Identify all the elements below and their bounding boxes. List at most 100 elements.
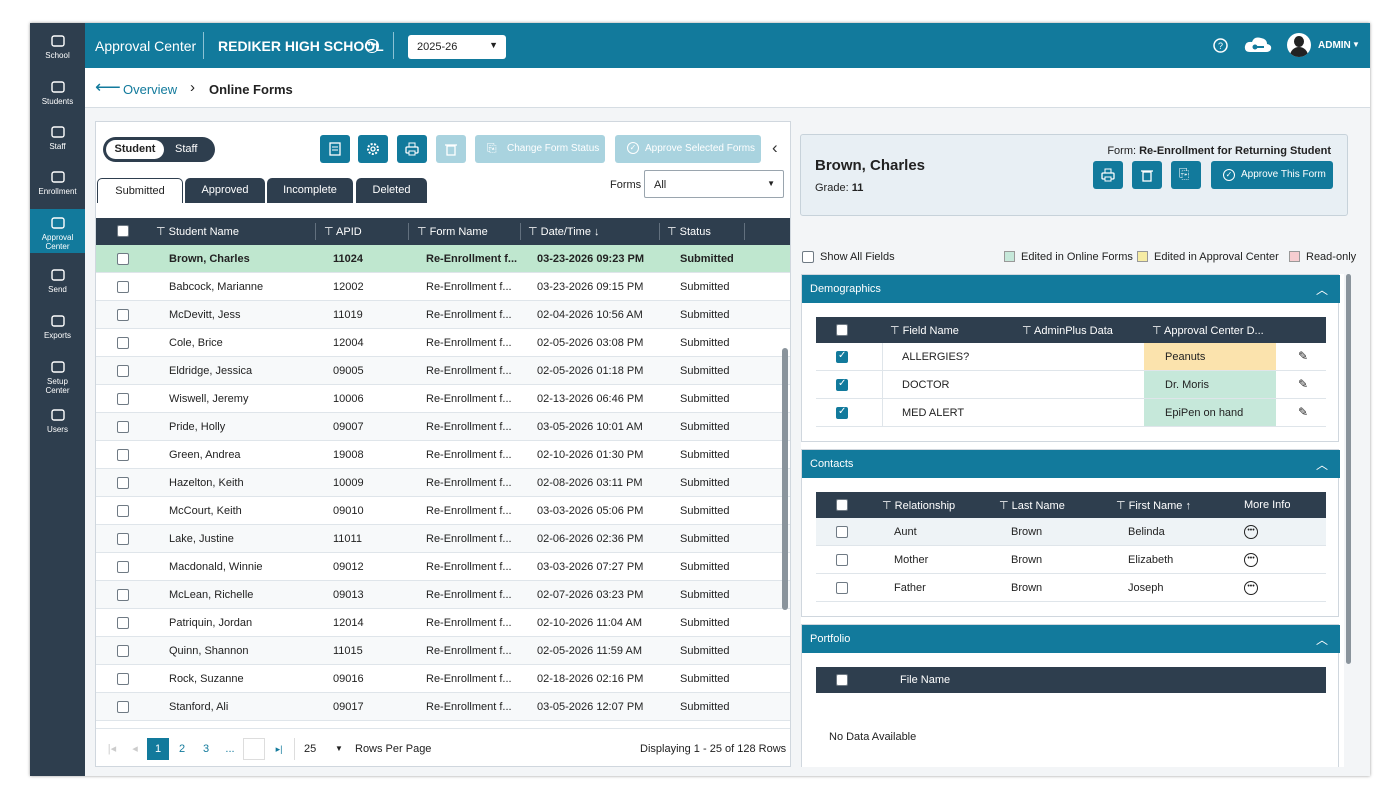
- row-checkbox[interactable]: [117, 701, 129, 713]
- page-1[interactable]: 1: [147, 738, 169, 760]
- toggle-staff[interactable]: Staff: [175, 143, 197, 155]
- school-more-icon[interactable]: •••: [365, 39, 379, 53]
- row-checkbox[interactable]: [117, 533, 129, 545]
- nav-item-enrollment[interactable]: Enrollment: [30, 163, 85, 207]
- more-info-icon[interactable]: •••: [1244, 553, 1258, 567]
- last-page-icon[interactable]: ▸|: [268, 738, 290, 760]
- chevron-up-icon[interactable]: ︿: [1316, 456, 1328, 473]
- first-page-icon[interactable]: |◂: [101, 738, 123, 760]
- table-row[interactable]: Macdonald, Winnie 09012 Re-Enrollment f...…: [96, 553, 790, 581]
- table-scrollbar[interactable]: [782, 348, 788, 610]
- cloud-key-icon[interactable]: [1243, 35, 1273, 55]
- col-date-time[interactable]: ⊤ Date/Time ↓: [528, 225, 600, 238]
- row-checkbox[interactable]: ✓: [836, 378, 848, 391]
- table-row[interactable]: Hazelton, Keith 10009 Re-Enrollment f... 02…: [96, 469, 790, 497]
- chevron-up-icon[interactable]: ︿: [1316, 281, 1328, 298]
- rows-per-page-select[interactable]: 25 ▼: [294, 738, 349, 760]
- table-row[interactable]: Babcock, Marianne 12002 Re-Enrollment f...…: [96, 273, 790, 301]
- table-row[interactable]: Quinn, Shannon 11015 Re-Enrollment f... 02-…: [96, 637, 790, 665]
- approve-this-form-button[interactable]: ✓ Approve This Form: [1211, 161, 1333, 189]
- col-first-name[interactable]: ⊤ First Name ↑: [1116, 499, 1191, 512]
- table-row[interactable]: Wiswell, Jeremy 10006 Re-Enrollment f... 02…: [96, 385, 790, 413]
- table-row[interactable]: Lake, Justine 11011 Re-Enrollment f... 02-0…: [96, 525, 790, 553]
- row-checkbox[interactable]: [117, 589, 129, 601]
- demographics-header[interactable]: Demographics ︿: [802, 275, 1340, 303]
- year-select[interactable]: 2025-26 ▼: [408, 35, 506, 59]
- col-relationship[interactable]: ⊤ Relationship: [882, 499, 955, 512]
- table-row[interactable]: Pride, Holly 09007 Re-Enrollment f... 03-05…: [96, 413, 790, 441]
- row-checkbox[interactable]: [117, 561, 129, 573]
- row-checkbox[interactable]: [117, 645, 129, 657]
- table-row[interactable]: Cole, Brice 12004 Re-Enrollment f... 02-05-…: [96, 329, 790, 357]
- row-checkbox[interactable]: [117, 337, 129, 349]
- avatar[interactable]: [1287, 33, 1311, 57]
- row-checkbox[interactable]: [117, 309, 129, 321]
- contact-row[interactable]: Mother Brown Elizabeth •••: [816, 546, 1326, 574]
- col-field-name[interactable]: ⊤ Field Name: [890, 324, 959, 337]
- demographics-row[interactable]: ✓ ALLERGIES? Peanuts ✎: [816, 343, 1326, 371]
- table-row[interactable]: Patriquin, Jordan 12014 Re-Enrollment f...…: [96, 609, 790, 637]
- back-arrow-icon[interactable]: ⟵: [95, 77, 121, 98]
- select-all-checkbox[interactable]: [836, 324, 848, 336]
- breadcrumb-overview[interactable]: Overview: [123, 82, 177, 97]
- col-last-name[interactable]: ⊤ Last Name: [999, 499, 1065, 512]
- tab-incomplete[interactable]: Incomplete: [267, 178, 353, 203]
- tab-approved[interactable]: Approved: [185, 178, 265, 203]
- row-checkbox[interactable]: [117, 365, 129, 377]
- next-page-icon[interactable]: [243, 738, 265, 760]
- student-staff-toggle[interactable]: Student Staff: [103, 137, 215, 162]
- print-form-button[interactable]: [1093, 161, 1123, 189]
- row-checkbox[interactable]: [836, 582, 848, 594]
- select-all-checkbox[interactable]: [117, 225, 129, 237]
- nav-item-school[interactable]: School: [30, 27, 85, 71]
- chevron-down-icon[interactable]: ▼: [1352, 40, 1360, 49]
- row-checkbox[interactable]: [117, 421, 129, 433]
- more-info-icon[interactable]: •••: [1244, 581, 1258, 595]
- change-status-button[interactable]: ⎘: [1171, 161, 1201, 189]
- tab-submitted[interactable]: Submitted: [97, 178, 183, 203]
- settings-button[interactable]: [358, 135, 388, 163]
- select-all-checkbox[interactable]: [836, 499, 848, 511]
- demographics-row[interactable]: ✓ MED ALERT EpiPen on hand ✎: [816, 399, 1326, 427]
- table-row[interactable]: Green, Andrea 19008 Re-Enrollment f... 02-1…: [96, 441, 790, 469]
- document-button[interactable]: [320, 135, 350, 163]
- collapse-chevron-icon[interactable]: ‹: [772, 138, 778, 158]
- detail-scrollbar[interactable]: [1346, 274, 1351, 664]
- table-row[interactable]: Stanford, Ali 09017 Re-Enrollment f... 03-0…: [96, 693, 790, 721]
- help-icon[interactable]: ?: [1213, 38, 1228, 53]
- nav-item-send[interactable]: Send: [30, 261, 85, 305]
- nav-item-approval-center[interactable]: Approval Center: [30, 209, 85, 253]
- prev-page-icon[interactable]: ◂: [124, 738, 146, 760]
- col-status[interactable]: ⊤ Status: [667, 225, 711, 238]
- row-checkbox[interactable]: [117, 673, 129, 685]
- table-row[interactable]: McCourt, Keith 09010 Re-Enrollment f... 03-…: [96, 497, 790, 525]
- col-apid[interactable]: ⊤ APID: [324, 225, 362, 238]
- nav-item-exports[interactable]: Exports: [30, 307, 85, 351]
- select-all-checkbox[interactable]: [836, 674, 848, 686]
- table-row[interactable]: McLean, Richelle 09013 Re-Enrollment f... 0…: [96, 581, 790, 609]
- row-checkbox[interactable]: [117, 505, 129, 517]
- contact-row[interactable]: Father Brown Joseph •••: [816, 574, 1326, 602]
- row-checkbox[interactable]: [117, 281, 129, 293]
- delete-form-button[interactable]: [1132, 161, 1162, 189]
- row-checkbox[interactable]: [117, 253, 129, 265]
- tab-deleted[interactable]: Deleted: [356, 178, 427, 203]
- table-row[interactable]: Rock, Suzanne 09016 Re-Enrollment f... 02-1…: [96, 665, 790, 693]
- col-approval-center-data[interactable]: ⊤ Approval Center D...: [1152, 324, 1264, 337]
- contact-row[interactable]: Aunt Brown Belinda •••: [816, 518, 1326, 546]
- page-3[interactable]: 3: [195, 738, 217, 760]
- table-row[interactable]: Brown, Charles 11024 Re-Enrollment f... 03-…: [96, 245, 790, 273]
- row-checkbox[interactable]: [117, 393, 129, 405]
- nav-item-setup-center[interactable]: Setup Center: [30, 353, 85, 397]
- row-checkbox[interactable]: ✓: [836, 350, 848, 363]
- page-2[interactable]: 2: [171, 738, 193, 760]
- row-checkbox[interactable]: [117, 617, 129, 629]
- portfolio-header[interactable]: Portfolio ︿: [802, 625, 1340, 653]
- user-name[interactable]: ADMIN: [1318, 40, 1351, 51]
- col-adminplus-data[interactable]: ⊤ AdminPlus Data: [1022, 324, 1113, 337]
- row-checkbox[interactable]: [836, 554, 848, 566]
- edit-icon[interactable]: ✎: [1298, 377, 1308, 391]
- toggle-student[interactable]: Student: [106, 140, 164, 159]
- edit-icon[interactable]: ✎: [1298, 405, 1308, 419]
- demographics-row[interactable]: ✓ DOCTOR Dr. Moris ✎: [816, 371, 1326, 399]
